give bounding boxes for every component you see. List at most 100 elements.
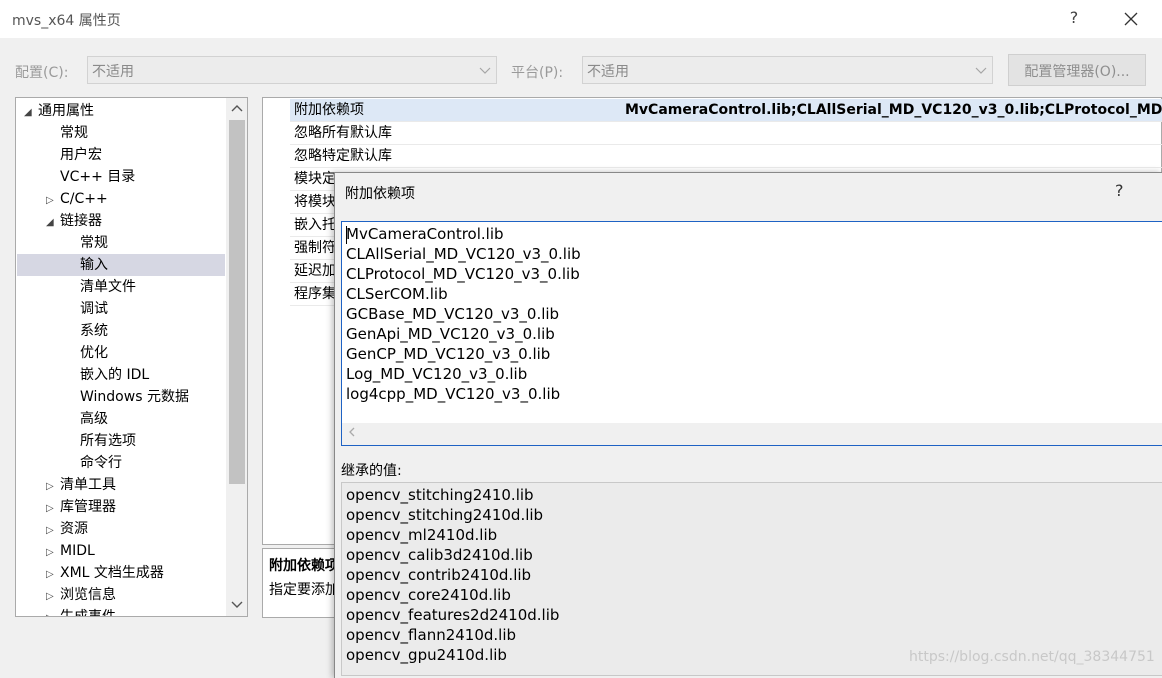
tree-item-browse-info[interactable]: ▷ 浏览信息 (46, 584, 116, 606)
inherited-line: opencv_flann2410d.lib (346, 626, 517, 644)
close-button[interactable] (1118, 6, 1144, 32)
collapsed-arrow-icon[interactable]: ▷ (46, 564, 60, 586)
property-name: 将模块 (294, 194, 336, 210)
tree-item-xml-doc-generator[interactable]: ▷ XML 文档生成器 (46, 562, 164, 584)
tree-item-common-properties[interactable]: ◢ 通用属性 (24, 100, 94, 122)
grid-row-ignore-specific-default-libs[interactable]: 忽略特定默认库 (290, 145, 1162, 168)
platform-label: 平台(P): (511, 65, 564, 81)
additional-dependencies-dialog: 附加依赖项 ? MvCameraControl.lib CLAllSerial_… (334, 172, 1162, 678)
inherited-values-box: opencv_stitching2410.lib opencv_stitchin… (341, 482, 1162, 676)
tree-label: 清单工具 (60, 477, 116, 493)
tree-label: 资源 (60, 521, 88, 537)
config-combo[interactable]: 不适用 (87, 56, 497, 84)
dialog-help-button[interactable]: ? (1115, 181, 1124, 200)
tree-scrollbar[interactable] (226, 98, 247, 616)
tree-selection-highlight (17, 254, 225, 276)
expanded-arrow-icon[interactable]: ◢ (46, 212, 60, 234)
tree-label: 调试 (80, 301, 108, 317)
tree-item-command-line[interactable]: 命令行 (80, 452, 122, 474)
collapsed-arrow-icon[interactable]: ▷ (46, 542, 60, 564)
inherited-line: opencv_contrib2410d.lib (346, 566, 532, 584)
tree-label: 清单文件 (80, 279, 136, 295)
tree-label: 命令行 (80, 455, 122, 471)
tree-item-windows-metadata[interactable]: Windows 元数据 (80, 386, 189, 408)
scroll-down-icon[interactable] (229, 596, 245, 612)
tree-item-all-options[interactable]: 所有选项 (80, 430, 136, 452)
tree-item-linker-input[interactable]: 输入 (80, 254, 108, 276)
tree-label: VC++ 目录 (60, 169, 136, 185)
tree-label: 通用属性 (38, 103, 94, 119)
platform-combo[interactable]: 不适用 (582, 56, 993, 84)
tree-label: Windows 元数据 (80, 389, 189, 405)
property-name: 延迟加 (294, 263, 336, 279)
scrollbar-thumb[interactable] (229, 120, 245, 484)
property-name: 程序集 (294, 286, 336, 302)
tree-item-manifest-file[interactable]: 清单文件 (80, 276, 136, 298)
scroll-left-icon[interactable] (346, 425, 358, 443)
collapsed-arrow-icon[interactable]: ▷ (46, 476, 60, 498)
inherited-line: opencv_calib3d2410d.lib (346, 546, 533, 564)
tree-item-user-macros[interactable]: 用户宏 (60, 144, 102, 166)
tree-item-manifest-tool[interactable]: ▷ 清单工具 (46, 474, 116, 496)
tree-label: 所有选项 (80, 433, 136, 449)
collapsed-arrow-icon[interactable]: ▷ (46, 190, 60, 212)
tree-item-build-events[interactable]: ▷生成事件 (46, 606, 116, 616)
chevron-down-icon (479, 67, 491, 74)
dependency-line: CLAllSerial_MD_VC120_v3_0.lib (346, 245, 581, 263)
edit-box-horizontal-scrollbar[interactable] (342, 423, 1162, 445)
inherited-line: opencv_gpu2410d.lib (346, 646, 507, 664)
tree-item-cpp[interactable]: ▷ C/C++ (46, 188, 108, 210)
tree-item-general[interactable]: 常规 (60, 122, 88, 144)
tree-item-resources[interactable]: ▷ 资源 (46, 518, 88, 540)
tree-item-system[interactable]: 系统 (80, 320, 108, 342)
window-title: mvs_x64 属性页 (12, 13, 121, 29)
tree-item-vc-directories[interactable]: VC++ 目录 (60, 166, 135, 188)
dependencies-edit-box[interactable]: MvCameraControl.lib CLAllSerial_MD_VC120… (341, 221, 1162, 446)
property-name: 忽略特定默认库 (294, 148, 392, 164)
config-value: 不适用 (92, 64, 134, 80)
property-name: 忽略所有默认库 (294, 125, 392, 141)
inherited-line: opencv_core2410d.lib (346, 586, 511, 604)
tree-item-advanced[interactable]: 高级 (80, 408, 108, 430)
dependency-line: MvCameraControl.lib (346, 225, 504, 243)
dialog-title: 附加依赖项 (345, 186, 415, 202)
property-value[interactable]: MvCameraControl.lib;CLAllSerial_MD_VC120… (625, 99, 1162, 122)
watermark: https://blog.csdn.net/qq_38344751 (909, 649, 1155, 665)
scroll-up-icon[interactable] (229, 101, 245, 117)
inherited-line: opencv_features2d2410d.lib (346, 606, 560, 624)
collapsed-arrow-icon[interactable]: ▷ (46, 498, 60, 520)
platform-value: 不适用 (587, 64, 629, 80)
property-name: 强制符 (294, 240, 336, 256)
grid-row-ignore-all-default-libs[interactable]: 忽略所有默认库 (290, 122, 1162, 145)
tree-item-optimization[interactable]: 优化 (80, 342, 108, 364)
tree-item-linker[interactable]: ◢ 链接器 (46, 210, 102, 232)
tree-item-librarian[interactable]: ▷ 库管理器 (46, 496, 116, 518)
close-icon (1124, 12, 1138, 26)
tree-item-midl[interactable]: ▷ MIDL (46, 540, 95, 562)
tree-label: 系统 (80, 323, 108, 339)
tree-label: 常规 (80, 235, 108, 251)
property-name: 附加依赖项 (294, 102, 364, 118)
grid-row-additional-dependencies[interactable]: 附加依赖项 MvCameraControl.lib;CLAllSerial_MD… (290, 99, 1162, 122)
tree-label: 高级 (80, 411, 108, 427)
tree-item-embedded-idl[interactable]: 嵌入的 IDL (80, 364, 149, 386)
expanded-arrow-icon[interactable]: ◢ (24, 102, 38, 124)
dependency-line: Log_MD_VC120_v3_0.lib (346, 365, 528, 383)
collapsed-arrow-icon[interactable]: ▷ (46, 520, 60, 542)
description-text: 指定要添加 (269, 582, 339, 598)
tree-label: MIDL (60, 543, 95, 559)
tree-label: 输入 (80, 257, 108, 273)
collapsed-arrow-icon[interactable]: ▷ (46, 586, 60, 608)
tree-item-debugging[interactable]: 调试 (80, 298, 108, 320)
tree-label: 优化 (80, 345, 108, 361)
tree-item-linker-general[interactable]: 常规 (80, 232, 108, 254)
collapsed-arrow-icon[interactable]: ▷ (46, 608, 60, 616)
tree-label: 嵌入的 IDL (80, 367, 150, 383)
tree-label: XML 文档生成器 (60, 565, 164, 581)
help-button[interactable]: ? (1062, 8, 1086, 30)
config-manager-button[interactable]: 配置管理器(O)... (1008, 54, 1146, 86)
property-name: 模块定 (294, 171, 336, 187)
tree-label: 常规 (60, 125, 88, 141)
description-title: 附加依赖项 (269, 558, 339, 574)
property-name: 嵌入托 (294, 217, 336, 233)
